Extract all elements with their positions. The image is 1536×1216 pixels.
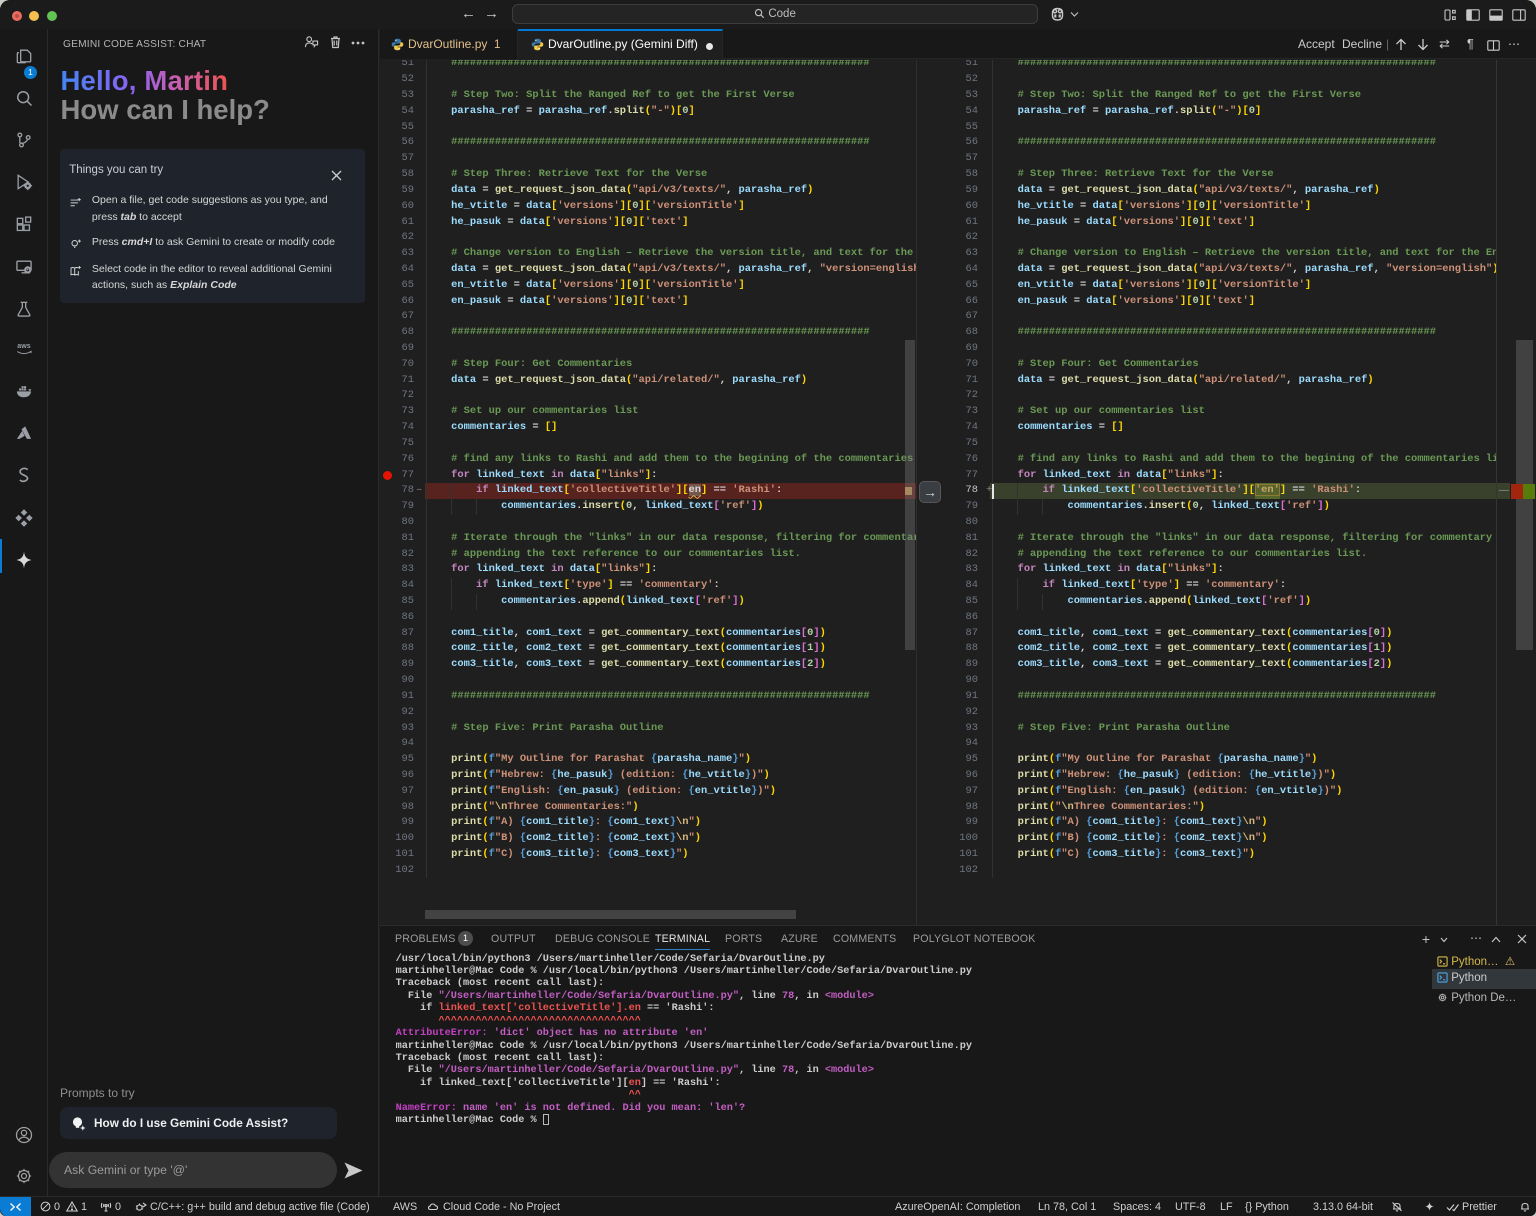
svg-text:aws: aws <box>17 342 30 350</box>
